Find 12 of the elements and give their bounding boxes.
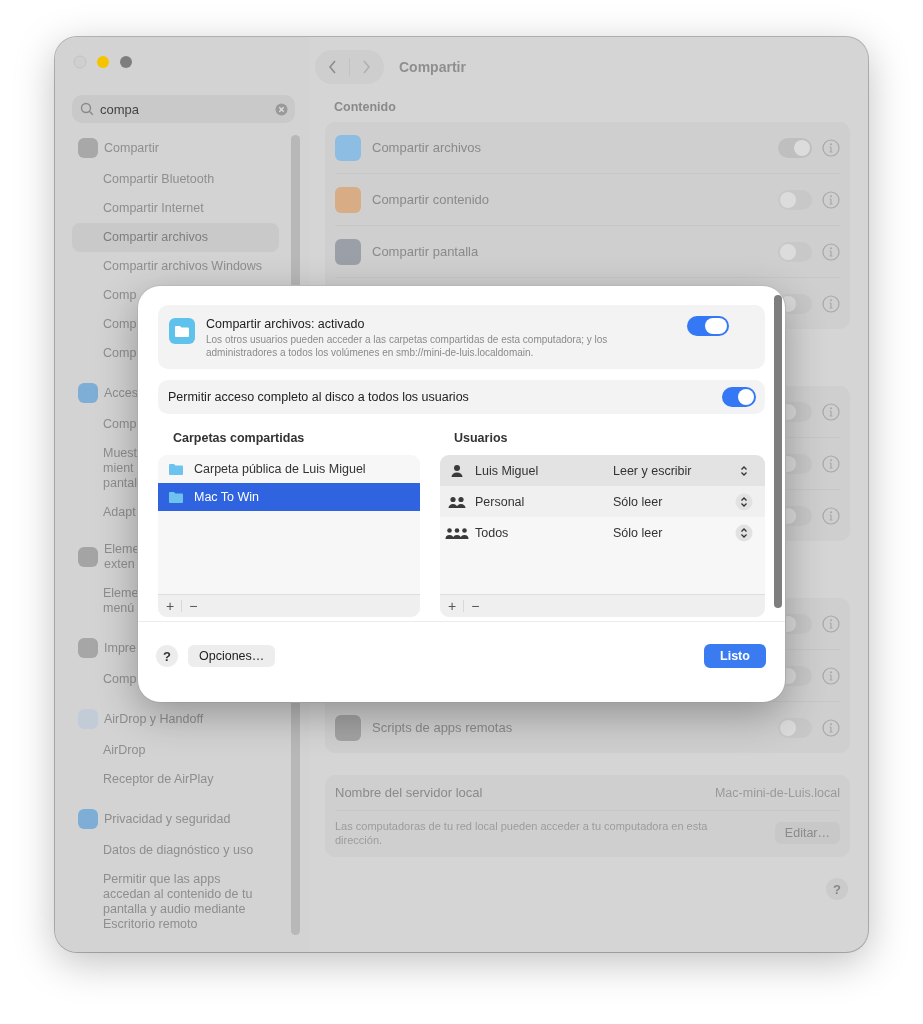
- status-description: Los otros usuarios pueden acceder a las carpetas compartidas de esta computadora; y los administradores a todos los volúmenes en smb://mini-de-luis.localdomain.: [206, 333, 609, 359]
- row-label: Scripts de apps remotas: [372, 720, 513, 735]
- page-title: Compartir: [399, 59, 466, 75]
- status-title: Compartir archivos: activado: [206, 316, 366, 332]
- server-label: Nombre del servidor local: [335, 785, 483, 800]
- column-heading: Usuarios: [453, 431, 509, 447]
- setting-label: Permitir acceso completo al disco a todos los usuarios: [168, 390, 469, 404]
- section-heading: Contenido: [334, 100, 396, 114]
- column-heading: Carpetas compartidas: [172, 431, 306, 447]
- row-label: Compartir pantalla: [372, 244, 479, 259]
- row-label: Compartir archivos: [372, 140, 482, 155]
- row-label: Compartir contenido: [372, 192, 490, 207]
